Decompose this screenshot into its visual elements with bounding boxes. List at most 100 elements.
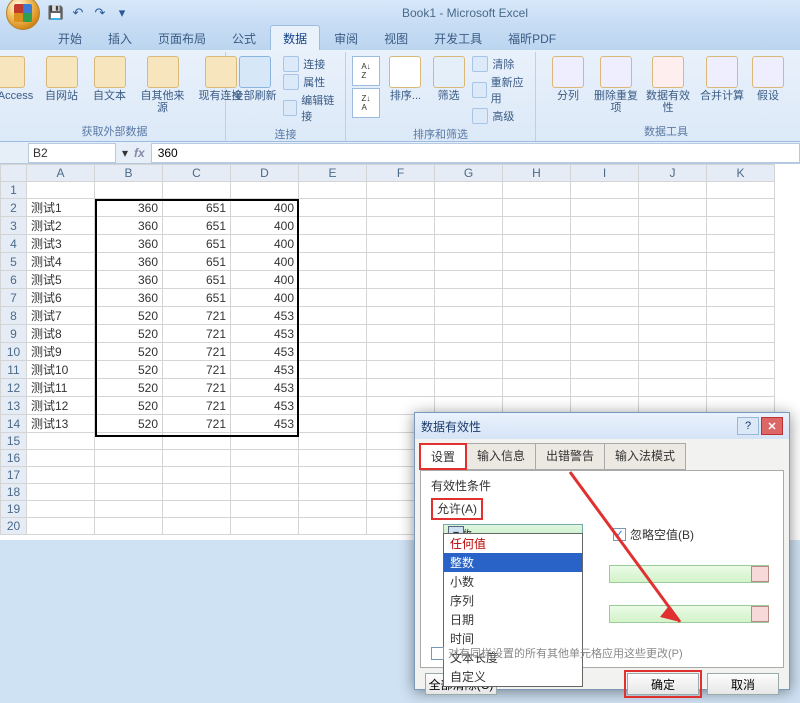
row-header[interactable]: 7 — [1, 289, 27, 307]
from-other-button[interactable]: 自其他来源 — [137, 54, 189, 114]
from-web-button[interactable]: 自网站 — [41, 54, 83, 102]
row-header[interactable]: 16 — [1, 450, 27, 467]
cell[interactable] — [639, 325, 707, 343]
cell[interactable]: 测试9 — [27, 343, 95, 361]
cell[interactable]: 721 — [163, 343, 231, 361]
cell[interactable] — [299, 379, 367, 397]
cell[interactable] — [707, 343, 775, 361]
cell[interactable] — [503, 217, 571, 235]
cell[interactable]: 360 — [95, 217, 163, 235]
cell[interactable] — [95, 467, 163, 484]
cell[interactable] — [639, 199, 707, 217]
cell[interactable]: 400 — [231, 271, 299, 289]
cell[interactable] — [299, 307, 367, 325]
cell[interactable] — [639, 235, 707, 253]
cell[interactable] — [367, 199, 435, 217]
cell[interactable] — [95, 182, 163, 199]
cell[interactable]: 测试13 — [27, 415, 95, 433]
cell[interactable] — [639, 343, 707, 361]
cell[interactable]: 721 — [163, 307, 231, 325]
data-validation-button[interactable]: 数据有效性 — [645, 54, 691, 114]
dialog-tab-ime-mode[interactable]: 输入法模式 — [604, 443, 686, 470]
tab-view[interactable]: 视图 — [372, 26, 420, 50]
cell[interactable] — [163, 518, 231, 535]
allow-option[interactable]: 自定义 — [444, 667, 582, 686]
cell[interactable] — [367, 182, 435, 199]
cell[interactable] — [299, 325, 367, 343]
tab-formulas[interactable]: 公式 — [220, 26, 268, 50]
connections-button[interactable]: 连接 — [283, 56, 339, 72]
cell[interactable] — [27, 182, 95, 199]
consolidate-button[interactable]: 合并计算 — [697, 54, 747, 102]
cell[interactable] — [571, 361, 639, 379]
cell[interactable] — [503, 343, 571, 361]
help-button[interactable]: ? — [737, 417, 759, 435]
cell[interactable] — [503, 271, 571, 289]
cell[interactable] — [571, 253, 639, 271]
properties-button[interactable]: 属性 — [283, 74, 339, 90]
column-header[interactable]: J — [639, 165, 707, 182]
cell[interactable] — [503, 361, 571, 379]
close-button[interactable]: ✕ — [761, 417, 783, 435]
cell[interactable] — [299, 450, 367, 467]
row-header[interactable]: 10 — [1, 343, 27, 361]
apply-others-checkbox[interactable]: ✓ 对有同样设置的所有其他单元格应用这些更改(P) — [431, 645, 683, 661]
cell[interactable] — [231, 501, 299, 518]
cell[interactable] — [231, 467, 299, 484]
tab-home[interactable]: 开始 — [46, 26, 94, 50]
cell[interactable] — [163, 467, 231, 484]
cell[interactable]: 测试10 — [27, 361, 95, 379]
cell[interactable] — [367, 307, 435, 325]
namebox-dropdown-icon[interactable]: ▾ — [122, 146, 128, 160]
row-header[interactable]: 15 — [1, 433, 27, 450]
cell[interactable] — [707, 361, 775, 379]
tab-developer[interactable]: 开发工具 — [422, 26, 494, 50]
cell[interactable] — [27, 433, 95, 450]
cell[interactable] — [435, 379, 503, 397]
cell[interactable] — [163, 484, 231, 501]
cell[interactable]: 453 — [231, 397, 299, 415]
cell[interactable]: 测试5 — [27, 271, 95, 289]
column-header[interactable]: I — [571, 165, 639, 182]
cell[interactable] — [299, 182, 367, 199]
remove-duplicates-button[interactable]: 删除重复项 — [593, 54, 639, 114]
cell[interactable] — [231, 518, 299, 535]
cell[interactable] — [367, 217, 435, 235]
cell[interactable] — [639, 182, 707, 199]
cell[interactable] — [299, 518, 367, 535]
cell[interactable] — [503, 307, 571, 325]
cell[interactable] — [639, 253, 707, 271]
row-header[interactable]: 11 — [1, 361, 27, 379]
cell[interactable] — [435, 235, 503, 253]
cell[interactable] — [435, 271, 503, 289]
cell[interactable] — [367, 289, 435, 307]
cell[interactable]: 测试3 — [27, 235, 95, 253]
cell[interactable] — [27, 467, 95, 484]
allow-option[interactable]: 小数 — [444, 572, 582, 591]
cell[interactable] — [639, 217, 707, 235]
cell[interactable] — [299, 253, 367, 271]
cell[interactable] — [299, 484, 367, 501]
name-box[interactable] — [28, 143, 116, 163]
tab-data[interactable]: 数据 — [270, 25, 320, 50]
cell[interactable] — [571, 182, 639, 199]
cell[interactable]: 453 — [231, 415, 299, 433]
cell[interactable]: 520 — [95, 397, 163, 415]
cell[interactable] — [163, 450, 231, 467]
cell[interactable]: 测试11 — [27, 379, 95, 397]
redo-icon[interactable]: ↷ — [92, 5, 108, 21]
row-header[interactable]: 8 — [1, 307, 27, 325]
cell[interactable]: 520 — [95, 415, 163, 433]
fx-icon[interactable]: fx — [134, 146, 145, 160]
whatif-button[interactable]: 假设 — [753, 54, 783, 102]
cell[interactable] — [503, 182, 571, 199]
cell[interactable] — [231, 182, 299, 199]
cell[interactable] — [571, 199, 639, 217]
cell[interactable] — [503, 253, 571, 271]
tab-page-layout[interactable]: 页面布局 — [146, 26, 218, 50]
cell[interactable] — [27, 518, 95, 535]
select-all-corner[interactable] — [1, 165, 27, 182]
cell[interactable] — [707, 235, 775, 253]
column-header[interactable]: E — [299, 165, 367, 182]
tab-review[interactable]: 审阅 — [322, 26, 370, 50]
